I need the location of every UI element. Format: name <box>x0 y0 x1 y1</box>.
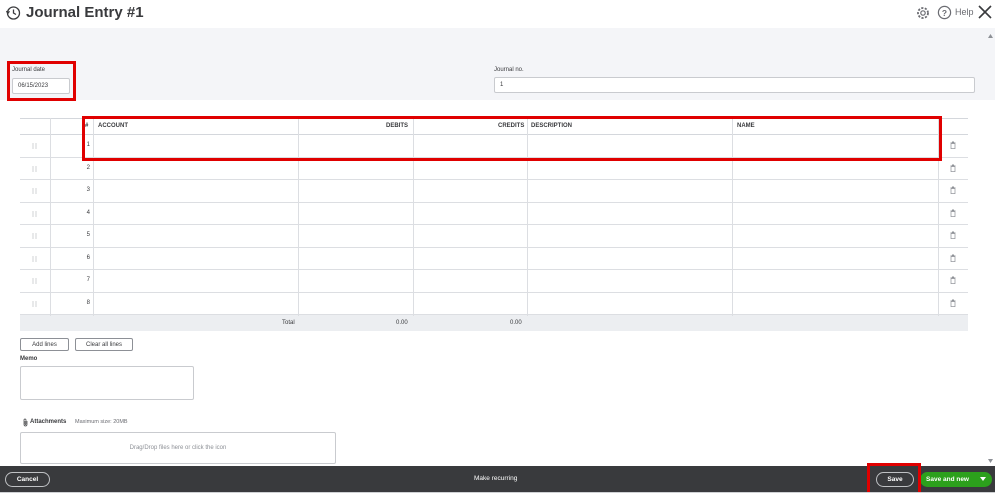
trash-icon[interactable] <box>950 254 956 262</box>
drag-handle-icon[interactable] <box>32 255 37 262</box>
journal-no-input[interactable]: 1 <box>494 77 975 93</box>
row-number: 8 <box>86 299 90 306</box>
column-header-number: # <box>85 123 89 129</box>
column-divider <box>50 118 51 316</box>
scroll-up-icon[interactable] <box>988 34 993 38</box>
total-debits: 0.00 <box>396 320 408 326</box>
svg-text:?: ? <box>942 8 947 18</box>
column-divider <box>527 118 528 316</box>
scroll-down-icon[interactable] <box>988 459 993 463</box>
table-row[interactable]: 5 <box>20 225 968 248</box>
journal-date-input[interactable]: 06/15/2023 <box>12 78 70 94</box>
history-icon[interactable] <box>5 5 21 21</box>
header-fields-band: Journal date 06/15/2023 Journal no. 1 <box>0 28 995 100</box>
drag-handle-icon[interactable] <box>32 165 37 172</box>
add-lines-button[interactable]: Add lines <box>20 338 69 351</box>
drag-handle-icon[interactable] <box>32 278 37 284</box>
row-number: 5 <box>86 232 90 238</box>
footer-bar: Cancel Make recurring Save Save and new <box>0 466 995 492</box>
make-recurring-link[interactable]: Make recurring <box>474 475 517 482</box>
help-icon[interactable]: ? <box>937 5 952 20</box>
trash-icon[interactable] <box>950 276 956 284</box>
clear-all-lines-button[interactable]: Clear all lines <box>75 338 133 351</box>
trash-icon[interactable] <box>950 299 956 307</box>
column-header-description: DESCRIPTION <box>531 123 573 129</box>
column-header-name: NAME <box>737 123 755 129</box>
table-row[interactable]: 4 <box>20 203 968 225</box>
table-row[interactable]: 7 <box>20 270 968 293</box>
row-number: 3 <box>86 187 90 193</box>
table-row[interactable]: 1 <box>20 135 968 158</box>
chevron-down-icon[interactable] <box>980 477 986 481</box>
trash-icon[interactable] <box>950 164 956 172</box>
row-number: 4 <box>86 209 90 216</box>
memo-textarea[interactable] <box>20 366 194 400</box>
attachment-dropzone[interactable]: Drag/Drop files here or click the icon <box>20 432 336 464</box>
bottom-strip <box>0 492 995 496</box>
column-header-account: ACCOUNT <box>98 123 128 129</box>
row-number: 1 <box>86 142 90 148</box>
header-bar: Journal Entry #1 ? Help <box>0 0 995 28</box>
table-row[interactable]: 3 <box>20 180 968 203</box>
drag-handle-icon[interactable] <box>32 233 37 239</box>
row-number: 6 <box>86 254 90 261</box>
trash-icon[interactable] <box>950 186 956 194</box>
table-row[interactable]: 2 <box>20 158 968 180</box>
page-title: Journal Entry #1 <box>26 4 144 21</box>
trash-icon[interactable] <box>950 231 956 239</box>
attachments-label: Attachments <box>30 419 67 425</box>
drag-handle-icon[interactable] <box>32 300 37 307</box>
gear-icon[interactable] <box>915 5 931 21</box>
save-button[interactable]: Save <box>876 472 914 487</box>
table-total-row: Total 0.00 0.00 <box>20 315 968 331</box>
close-icon[interactable] <box>977 4 993 20</box>
column-divider <box>938 118 939 316</box>
paperclip-icon <box>23 418 28 427</box>
total-credits: 0.00 <box>510 320 522 326</box>
table-header: # ACCOUNT DEBITS CREDITS DESCRIPTION NAM… <box>20 118 968 135</box>
drag-handle-icon[interactable] <box>32 210 37 217</box>
drag-handle-icon[interactable] <box>32 143 37 149</box>
journal-no-label: Journal no. <box>494 67 524 73</box>
column-divider <box>298 118 299 316</box>
column-divider <box>732 118 733 316</box>
column-header-debits: DEBITS <box>386 123 409 129</box>
journal-date-label: Journal date <box>12 67 46 73</box>
journal-entry-page: Journal Entry #1 ? Help Journal date 06/… <box>0 0 995 496</box>
column-divider <box>413 118 414 316</box>
table-body: 1 2 3 4 5 6 7 8 <box>20 135 968 315</box>
row-number: 7 <box>86 277 90 283</box>
row-number: 2 <box>86 164 90 171</box>
trash-icon[interactable] <box>950 209 956 217</box>
total-label: Total <box>282 320 295 326</box>
help-link[interactable]: Help <box>955 7 974 17</box>
column-divider <box>93 118 94 316</box>
cancel-button[interactable]: Cancel <box>5 472 50 487</box>
trash-icon[interactable] <box>950 141 956 149</box>
dropzone-text: Drag/Drop files here or click the icon <box>129 445 227 451</box>
journal-lines-table: # ACCOUNT DEBITS CREDITS DESCRIPTION NAM… <box>20 118 968 331</box>
memo-label: Memo <box>20 356 38 362</box>
column-header-credits: CREDITS <box>498 123 525 129</box>
attachments-max-size: Maximum size: 20MB <box>75 419 128 425</box>
table-row[interactable]: 6 <box>20 248 968 270</box>
drag-handle-icon[interactable] <box>32 188 37 194</box>
table-row[interactable]: 8 <box>20 293 968 315</box>
